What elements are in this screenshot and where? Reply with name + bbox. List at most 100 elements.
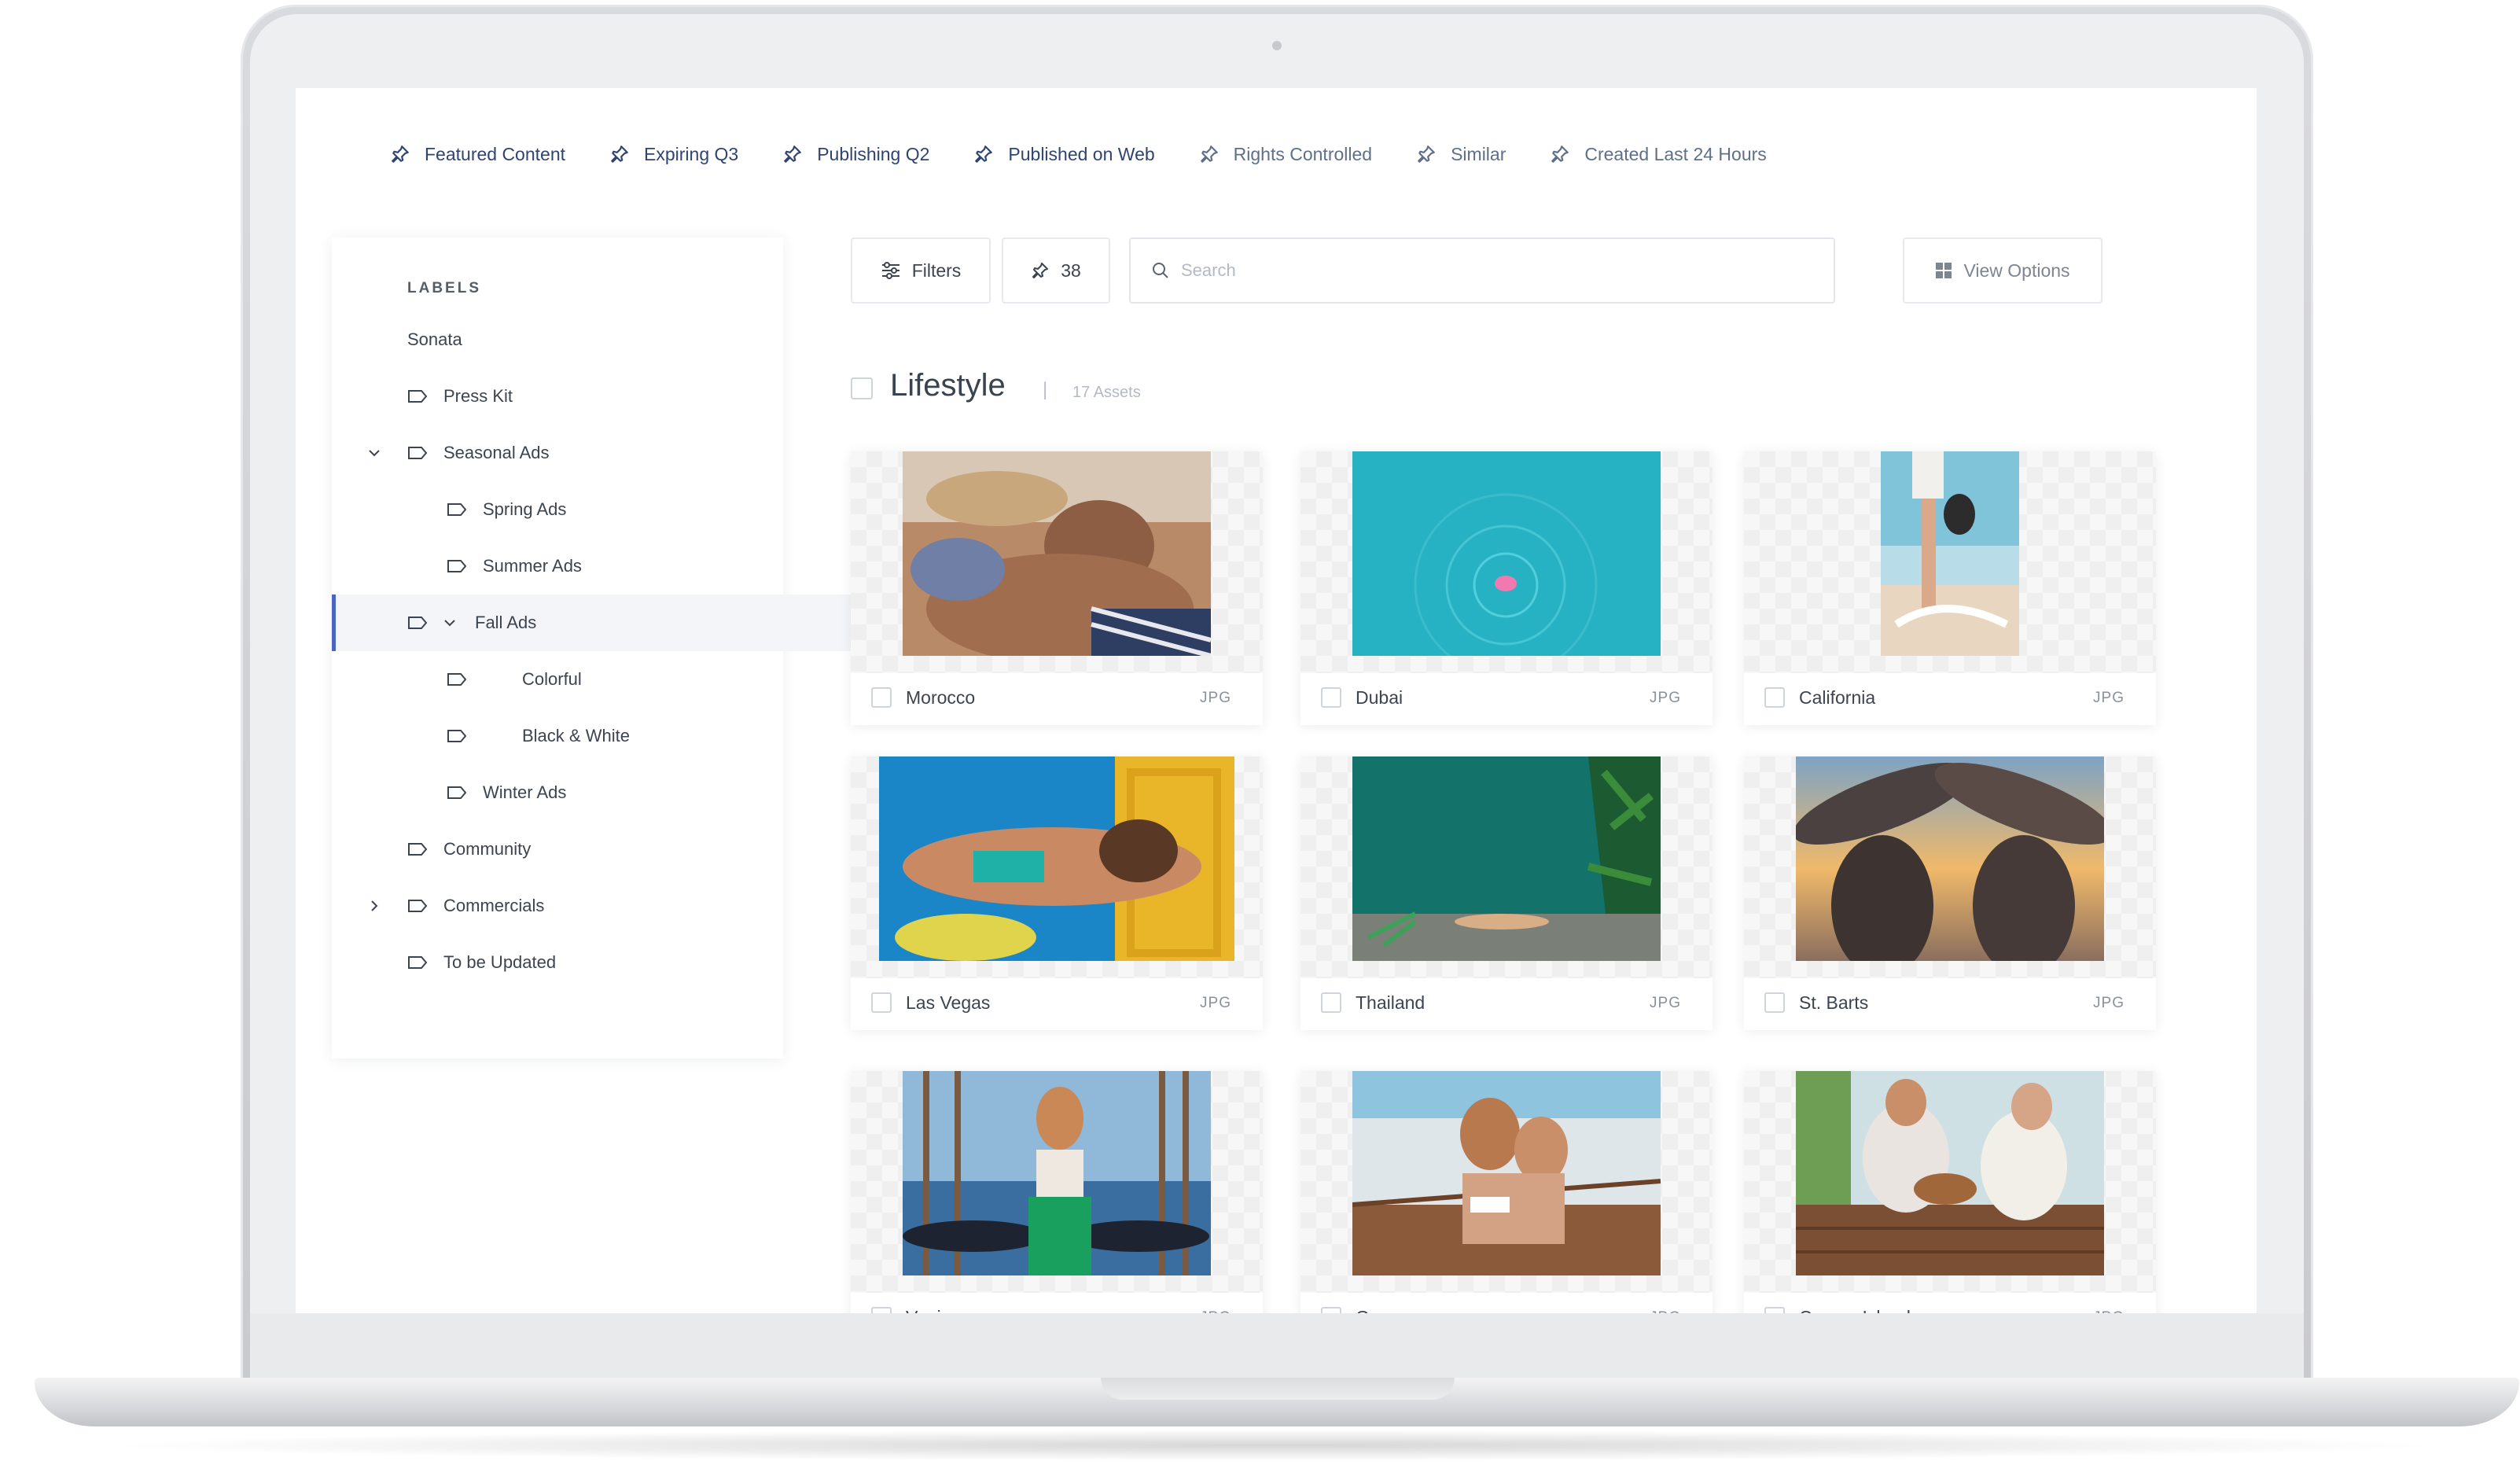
asset-name: Las Vegas (906, 992, 991, 1013)
pin-label: Created Last 24 Hours (1584, 143, 1767, 164)
asset-type: JPG (1200, 1309, 1231, 1313)
select-all-checkbox[interactable] (851, 377, 873, 399)
asset-type: JPG (2093, 995, 2125, 1011)
label-tag-icon (408, 843, 428, 856)
sidebar-item-community[interactable]: Community (332, 821, 859, 878)
thumbnail-image (1352, 451, 1661, 656)
pin-icon (1032, 263, 1049, 278)
pin-label: Similar (1451, 143, 1506, 164)
sidebar-item-colorful[interactable]: Colorful (332, 651, 898, 708)
view-options-label: View Options (1963, 259, 2070, 281)
sidebar-item-to-be-updated[interactable]: To be Updated (332, 934, 859, 991)
asset-checkbox[interactable] (871, 687, 892, 708)
chevron-down-icon[interactable] (443, 617, 456, 629)
pin-publishing-q2[interactable]: Publishing Q2 (782, 144, 929, 165)
pin-similar[interactable]: Similar (1416, 144, 1506, 165)
asset-card-st-barts[interactable]: St. Barts JPG (1744, 756, 2156, 1030)
grid-icon (1936, 263, 1952, 278)
label-tag-icon (447, 560, 467, 572)
asset-count: 17 Assets (1072, 384, 1141, 401)
pin-label: Featured Content (425, 143, 566, 164)
pin-created-last-24-hours[interactable]: Created Last 24 Hours (1550, 143, 1767, 165)
label-tag-icon (408, 900, 428, 912)
label-tag-icon (408, 956, 428, 969)
asset-type: JPG (1200, 995, 1231, 1011)
laptop-shadow (94, 1430, 2453, 1461)
label-tag-icon (408, 447, 428, 459)
asset-card-thailand[interactable]: Thailand JPG (1300, 756, 1712, 1030)
asset-name: Canary Islands (1799, 1307, 1919, 1313)
asset-checkbox[interactable] (1321, 992, 1341, 1013)
search-input[interactable] (1179, 259, 1796, 282)
sidebar-item-label: Community (443, 839, 532, 859)
asset-name: Thailand (1356, 992, 1426, 1013)
label-tag-icon (408, 390, 428, 403)
pin-label: Published on Web (1008, 143, 1155, 164)
thumbnail-image (879, 756, 1234, 961)
asset-name: Venice (906, 1307, 960, 1313)
view-options-button[interactable]: View Options (1903, 237, 2102, 304)
thumbnail-area (851, 1071, 1263, 1293)
sliders-icon (881, 262, 899, 279)
sidebar-item-label: Sonata (407, 329, 462, 349)
sidebar-item-commercials[interactable]: Commercials (332, 878, 859, 934)
asset-card-california[interactable]: California JPG (1744, 451, 2156, 725)
sidebar-item-label: To be Updated (443, 952, 557, 972)
section-title: Lifestyle (890, 368, 1006, 403)
asset-type: JPG (1200, 690, 1231, 706)
thumbnail-area (1744, 1071, 2156, 1293)
app-screen: Featured Content Expiring Q3 Publishing … (296, 88, 2257, 1313)
sidebar-item-spring-ads[interactable]: Spring Ads (332, 481, 898, 538)
asset-card-canary-islands[interactable]: Canary Islands JPG (1744, 1071, 2156, 1313)
sidebar-item-press-kit[interactable]: Press Kit (332, 368, 859, 425)
sidebar-item-winter-ads[interactable]: Winter Ads (332, 764, 898, 821)
label-tag-icon (447, 786, 467, 799)
pin-label: Publishing Q2 (817, 143, 930, 164)
asset-checkbox[interactable] (871, 1307, 892, 1313)
asset-type: JPG (2093, 1309, 2125, 1313)
pin-rights-controlled[interactable]: Rights Controlled (1199, 144, 1372, 165)
filters-button[interactable]: Filters (851, 237, 991, 304)
asset-card-greece[interactable]: Greece JPG (1300, 1071, 1712, 1313)
asset-checkbox[interactable] (1321, 1307, 1341, 1313)
asset-name: California (1799, 687, 1876, 708)
asset-checkbox[interactable] (871, 992, 892, 1013)
labels-heading: LABELS (407, 280, 481, 296)
thumbnail-area (1744, 756, 2156, 978)
asset-checkbox[interactable] (1764, 1307, 1785, 1313)
sidebar-item-label: Spring Ads (483, 499, 567, 519)
pin-icon (1200, 145, 1218, 163)
asset-checkbox[interactable] (1764, 687, 1785, 708)
thumbnail-area (851, 756, 1263, 978)
thumbnail-image (1352, 756, 1661, 961)
asset-checkbox[interactable] (1321, 687, 1341, 708)
search-box[interactable] (1129, 237, 1835, 304)
asset-card-dubai[interactable]: Dubai JPG (1300, 451, 1712, 725)
asset-card-venice[interactable]: Venice JPG (851, 1071, 1263, 1313)
asset-card-morocco[interactable]: Morocco JPG (851, 451, 1263, 725)
pin-featured-content[interactable]: Featured Content (390, 144, 565, 165)
sidebar-item-fall-ads[interactable]: Fall Ads (332, 594, 855, 651)
sidebar-item-summer-ads[interactable]: Summer Ads (332, 538, 898, 594)
pin-expiring-q3[interactable]: Expiring Q3 (609, 144, 738, 165)
label-tag-icon (447, 673, 467, 686)
camera-dot (1272, 41, 1282, 50)
sidebar-item-black-white[interactable]: Black & White (332, 708, 898, 764)
label-tag-icon (447, 730, 467, 742)
sidebar-item-sonata[interactable]: Sonata (332, 311, 859, 368)
pinned-count-button[interactable]: 38 (1002, 237, 1110, 304)
pin-published-on-web[interactable]: Published on Web (973, 143, 1155, 165)
chevron-right-icon[interactable] (368, 900, 381, 912)
chevron-down-icon[interactable] (368, 447, 381, 459)
pin-icon (784, 145, 802, 163)
sidebar-item-seasonal-ads[interactable]: Seasonal Ads (332, 425, 859, 481)
label-tag-icon (447, 503, 467, 516)
pinned-count: 38 (1061, 259, 1081, 281)
sidebar-item-label: Colorful (522, 669, 582, 689)
asset-card-las-vegas[interactable]: Las Vegas JPG (851, 756, 1263, 1030)
sidebar-item-label: Summer Ads (483, 556, 582, 576)
sidebar-item-label: Commercials (443, 896, 545, 915)
asset-checkbox[interactable] (1764, 992, 1785, 1013)
asset-name: Morocco (906, 687, 976, 708)
thumbnail-image (903, 451, 1211, 656)
